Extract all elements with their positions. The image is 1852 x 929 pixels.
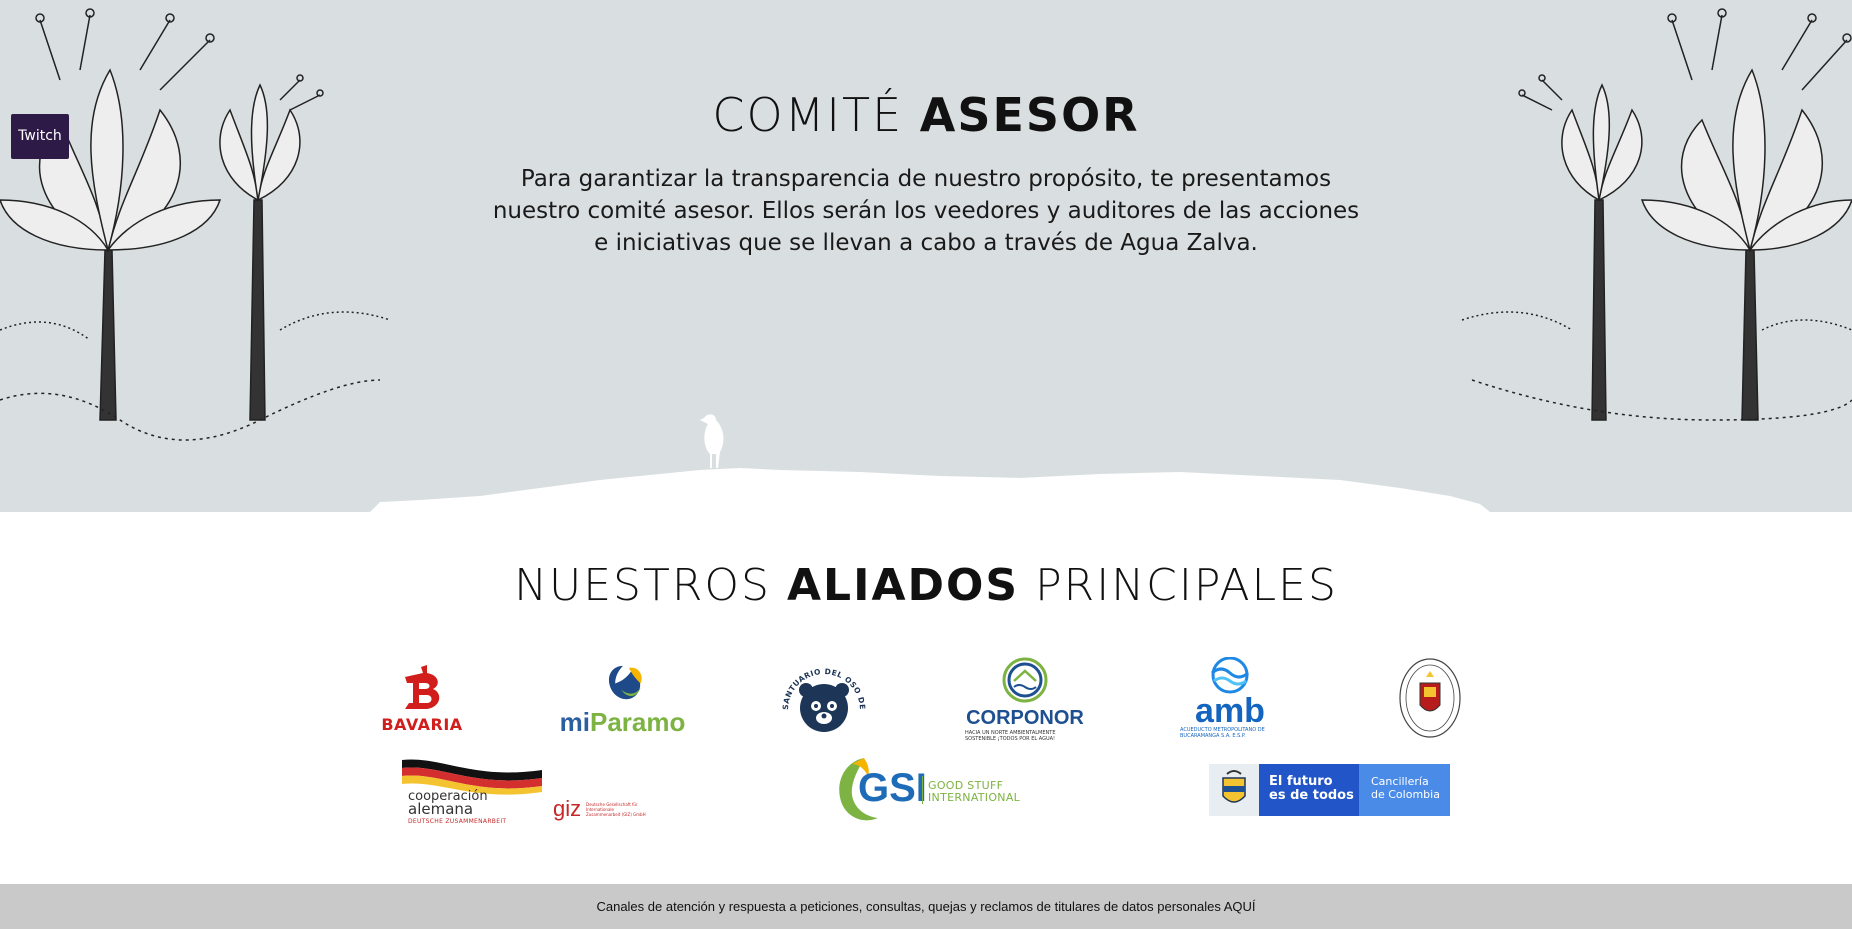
gov-line-3: Cancillería xyxy=(1371,775,1429,788)
gsi-divider xyxy=(922,776,923,804)
miparamo-name-paramo: Paramo xyxy=(589,707,686,737)
data-privacy-link[interactable]: Canales de atención y respuesta a petici… xyxy=(596,899,1255,914)
deutsche-zusammenarbeit-text: DEUTSCHE ZUSAMMENARBEIT xyxy=(408,818,507,825)
committee-title: COMITÉ ASESOR xyxy=(0,88,1852,142)
bear-badge-icon: SANTUARIO DEL OSO DE ANTEOJOS xyxy=(778,658,867,732)
corponor-mark-icon xyxy=(1002,657,1048,702)
committee-title-bold: ASESOR xyxy=(919,88,1140,142)
coop-line-2: alemana xyxy=(408,800,474,818)
bavaria-b-mark-icon xyxy=(405,664,440,709)
allies-title-light-2: PRINCIPALES xyxy=(1035,560,1338,611)
bavaria-name: BAVARIA xyxy=(381,714,463,734)
cancilleria-colombia-logo[interactable]: El futuro es de todos Cancillería de Col… xyxy=(1209,764,1450,816)
giz-subtitle: Deutsche Gesellschaft für Internationale… xyxy=(586,802,646,817)
corponor-logo[interactable]: CORPONOR HACIA UN NORTE AMBIENTALMENTE S… xyxy=(965,656,1085,742)
allies-title-bold: ALIADOS xyxy=(786,560,1020,611)
cancilleria-text: Cancillería de Colombia xyxy=(1371,775,1440,801)
committee-section: COMITÉ ASESOR Para garantizar la transpa… xyxy=(0,0,1852,512)
gov-line-4: de Colombia xyxy=(1371,788,1440,801)
university-seal-logo[interactable] xyxy=(1398,657,1462,739)
santuario-oso-logo[interactable]: SANTUARIO DEL OSO DE ANTEOJOS xyxy=(778,658,870,740)
bavaria-logo[interactable]: BAVARIA xyxy=(372,658,472,738)
frailejon-illustration-right xyxy=(1461,8,1852,421)
miparamo-name-mi: mi xyxy=(559,707,590,737)
cooperacion-alemana-text: cooperación alemana xyxy=(408,790,488,818)
el-futuro-text: El futuro es de todos xyxy=(1269,775,1354,803)
gsi-name: GSI xyxy=(858,766,927,810)
footer: Canales de atención y respuesta a petici… xyxy=(0,884,1852,929)
giz-name: giz xyxy=(553,796,582,821)
corponor-name: CORPONOR xyxy=(966,706,1084,729)
gov-line-1: El futuro xyxy=(1269,774,1333,789)
frailejon-illustration-left xyxy=(0,8,391,441)
bird-silhouette xyxy=(700,414,724,468)
corponor-tagline: HACIA UN NORTE AMBIENTALMENTE SOSTENIBLE… xyxy=(965,729,1056,742)
colombia-coat-of-arms-icon xyxy=(1209,764,1259,816)
miparamo-logo[interactable]: miParamo xyxy=(560,662,685,738)
cooperacion-alemana-giz-logo[interactable]: cooperación alemana DEUTSCHE ZUSAMMENARB… xyxy=(398,752,648,828)
miparamo-name: miParamo xyxy=(560,707,686,738)
committee-title-light: COMITÉ xyxy=(712,88,904,142)
twitch-button[interactable]: Twitch xyxy=(11,114,69,159)
amb-logo[interactable]: amb ACUEDUCTO METROPOLITANO DE BUCARAMAN… xyxy=(1180,655,1280,741)
gsi-tagline: GOOD STUFF INTERNATIONAL xyxy=(928,780,1020,804)
gsi-tagline-2: INTERNATIONAL xyxy=(928,791,1021,804)
ground-silhouette xyxy=(370,468,1490,512)
committee-description: Para garantizar la transparencia de nues… xyxy=(492,166,1360,256)
gsi-logo[interactable]: GSI GOOD STUFF INTERNATIONAL xyxy=(834,754,1024,826)
allies-title: NUESTROS ALIADOS PRINCIPALES xyxy=(0,560,1852,611)
amb-tagline: ACUEDUCTO METROPOLITANO DE BUCARAMANGA S… xyxy=(1180,727,1265,739)
amb-name: amb xyxy=(1195,692,1265,730)
gov-line-2: es de todos xyxy=(1269,788,1354,803)
allies-title-light-1: NUESTROS xyxy=(514,560,771,611)
amb-water-icon xyxy=(1211,657,1249,694)
miparamo-mark-icon xyxy=(608,665,642,700)
university-seal-icon xyxy=(1399,658,1461,738)
